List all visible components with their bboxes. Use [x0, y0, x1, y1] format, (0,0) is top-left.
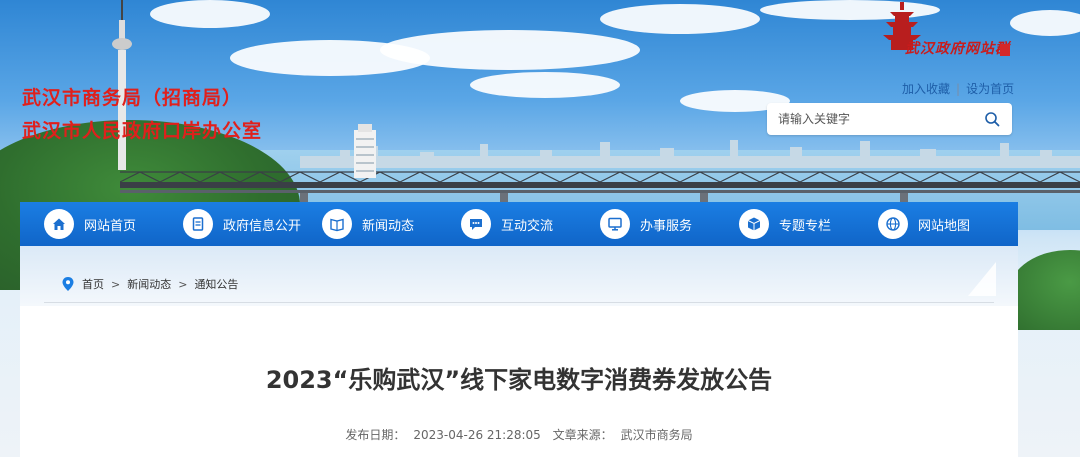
cloud	[380, 30, 640, 70]
article-meta: 发布日期： 2023-04-26 21:28:05 文章来源： 武汉市商务局	[20, 426, 1018, 443]
seal-stamp-icon	[1000, 44, 1010, 56]
site-name-line2: 武汉市人民政府口岸办公室	[22, 120, 263, 142]
nav-item-services[interactable]: 办事服务	[600, 202, 739, 246]
cloud	[1010, 10, 1080, 36]
nav-item-topics[interactable]: 专题专栏	[739, 202, 878, 246]
breadcrumb: 首页 > 新闻动态 > 通知公告	[62, 276, 238, 292]
nav-item-home[interactable]: 网站首页	[44, 202, 183, 246]
site-name-line1: 武汉市商务局（招商局）	[22, 87, 243, 109]
cloud	[600, 4, 760, 34]
nav-item-interaction[interactable]: 互动交流	[461, 202, 600, 246]
nav-item-label: 互动交流	[501, 218, 554, 234]
news-icon	[322, 209, 352, 239]
hill	[1010, 250, 1080, 330]
breadcrumb-home-link[interactable]: 首页	[82, 276, 104, 292]
publish-date-label: 发布日期：	[345, 428, 406, 442]
search-box	[767, 103, 1012, 135]
search-input[interactable]	[778, 105, 978, 133]
cube-icon	[739, 209, 769, 239]
nav-item-sitemap[interactable]: 网站地图	[878, 202, 1017, 246]
content-panel: 首页 > 新闻动态 > 通知公告 2023“乐购武汉”线下家电数字消费券发放公告…	[20, 246, 1018, 457]
top-links: 加入收藏 | 设为首页	[902, 80, 1014, 97]
search-icon[interactable]	[984, 111, 1000, 127]
corner-decoration	[968, 262, 996, 296]
publish-date: 2023-04-26 21:28:05	[413, 428, 541, 442]
nav-item-gov-info[interactable]: 政府信息公开	[183, 202, 322, 246]
main-nav: 网站首页 政府信息公开 新闻动态 互动交流 办事服务 专题专栏 网站地图	[20, 202, 1018, 246]
nav-item-label: 网站地图	[918, 218, 971, 234]
add-favorite-link[interactable]: 加入收藏	[902, 80, 950, 97]
breadcrumb-separator: >	[178, 277, 188, 291]
city-skyline	[300, 140, 1080, 168]
nav-item-label: 新闻动态	[362, 218, 415, 234]
breadcrumb-separator: >	[111, 277, 121, 291]
globe-icon	[878, 209, 908, 239]
chat-icon	[461, 209, 491, 239]
cloud	[150, 0, 270, 28]
breadcrumb-divider	[44, 302, 994, 303]
document-icon	[183, 209, 213, 239]
breadcrumb-news-link[interactable]: 新闻动态	[127, 276, 171, 292]
location-pin-icon	[62, 277, 74, 291]
portal-logo-text: 武汉政府网站群	[905, 41, 1010, 57]
nav-item-news[interactable]: 新闻动态	[322, 202, 461, 246]
nav-item-label: 政府信息公开	[223, 218, 302, 234]
nav-item-label: 专题专栏	[779, 218, 832, 234]
monitor-icon	[600, 209, 630, 239]
nav-item-label: 办事服务	[640, 218, 693, 234]
article-title: 2023“乐购武汉”线下家电数字消费券发放公告	[265, 366, 773, 394]
link-separator: |	[956, 81, 961, 96]
breadcrumb-current-link[interactable]: 通知公告	[194, 276, 238, 292]
source-label: 文章来源：	[552, 428, 613, 442]
set-homepage-link[interactable]: 设为首页	[966, 80, 1014, 97]
home-icon	[44, 209, 74, 239]
cloud	[470, 72, 620, 98]
nav-item-label: 网站首页	[84, 218, 137, 234]
building	[354, 124, 376, 178]
article-source: 武汉市商务局	[620, 428, 693, 442]
